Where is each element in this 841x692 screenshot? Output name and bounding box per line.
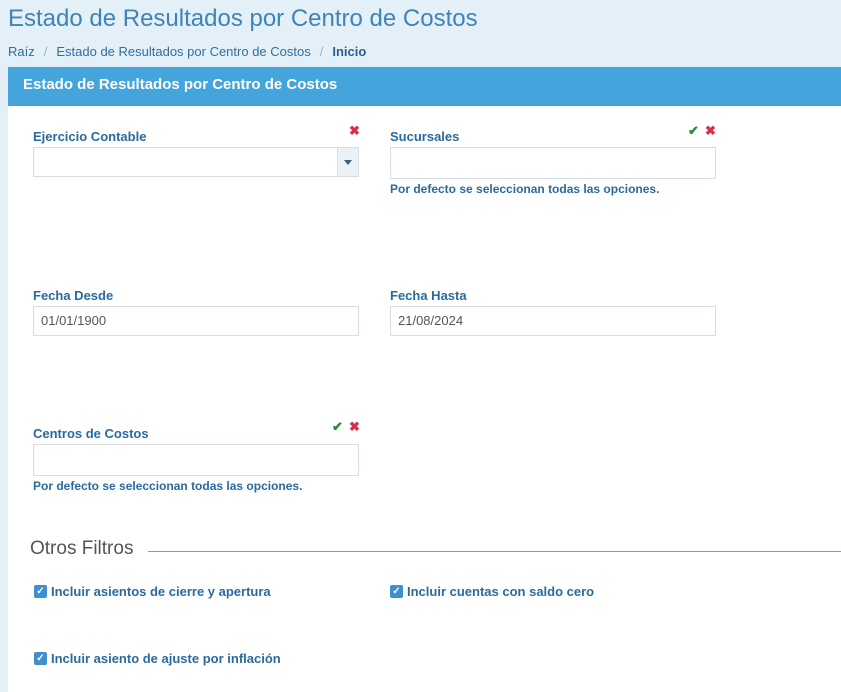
report-panel: Estado de Resultados por Centro de Costo… — [8, 67, 841, 692]
sucursales-input[interactable] — [390, 147, 716, 179]
clear-sucursales-icon[interactable]: ✖ — [705, 124, 716, 137]
centros-costos-input[interactable] — [33, 444, 359, 476]
clear-ejercicio-icon[interactable]: ✖ — [349, 124, 360, 137]
fecha-desde-label: Fecha Desde — [33, 288, 114, 303]
incluir-saldo-cero-label: Incluir cuentas con saldo cero — [407, 584, 595, 599]
incluir-ajuste-inflacion-label: Incluir asiento de ajuste por inflación — [51, 651, 281, 666]
incluir-cierre-apertura-label: Incluir asientos de cierre y apertura — [51, 584, 271, 599]
sucursales-label: Sucursales — [390, 129, 460, 144]
section-divider — [148, 551, 841, 552]
select-all-sucursales-icon[interactable]: ✔ — [688, 124, 699, 137]
ejercicio-contable-select[interactable] — [33, 147, 359, 177]
centros-costos-label: Centros de Costos — [33, 426, 149, 441]
incluir-cierre-apertura-option[interactable]: ✓ Incluir asientos de cierre y apertura — [34, 584, 271, 599]
incluir-ajuste-inflacion-option[interactable]: ✓ Incluir asiento de ajuste por inflació… — [34, 651, 281, 666]
select-all-centros-icon[interactable]: ✔ — [332, 420, 343, 433]
page-title: Estado de Resultados por Centro de Costo… — [8, 5, 478, 32]
panel-title: Estado de Resultados por Centro de Costo… — [8, 67, 841, 106]
clear-centros-icon[interactable]: ✖ — [349, 420, 360, 433]
breadcrumb-current: Inicio — [332, 44, 367, 59]
checkbox-checked-icon[interactable]: ✓ — [34, 652, 47, 665]
centros-help-text: Por defecto se seleccionan todas las opc… — [33, 479, 303, 493]
incluir-saldo-cero-option[interactable]: ✓ Incluir cuentas con saldo cero — [390, 584, 594, 599]
breadcrumb: Raíz / Estado de Resultados por Centro de … — [8, 44, 366, 59]
breadcrumb-report[interactable]: Estado de Resultados por Centro de Costo… — [56, 44, 310, 59]
checkbox-checked-icon[interactable]: ✓ — [390, 585, 403, 598]
otros-filtros-title: Otros Filtros — [30, 538, 144, 560]
fecha-hasta-label: Fecha Hasta — [390, 288, 467, 303]
sucursales-help-text: Por defecto se seleccionan todas las opc… — [390, 182, 660, 196]
breadcrumb-root[interactable]: Raíz — [8, 44, 35, 59]
fecha-hasta-input[interactable]: 21/08/2024 — [390, 306, 716, 336]
breadcrumb-separator: / — [319, 44, 324, 59]
ejercicio-contable-label: Ejercicio Contable — [33, 129, 147, 144]
fecha-desde-input[interactable]: 01/01/1900 — [33, 306, 359, 336]
breadcrumb-separator: / — [43, 44, 48, 59]
chevron-down-icon[interactable] — [337, 148, 358, 176]
checkbox-checked-icon[interactable]: ✓ — [34, 585, 47, 598]
